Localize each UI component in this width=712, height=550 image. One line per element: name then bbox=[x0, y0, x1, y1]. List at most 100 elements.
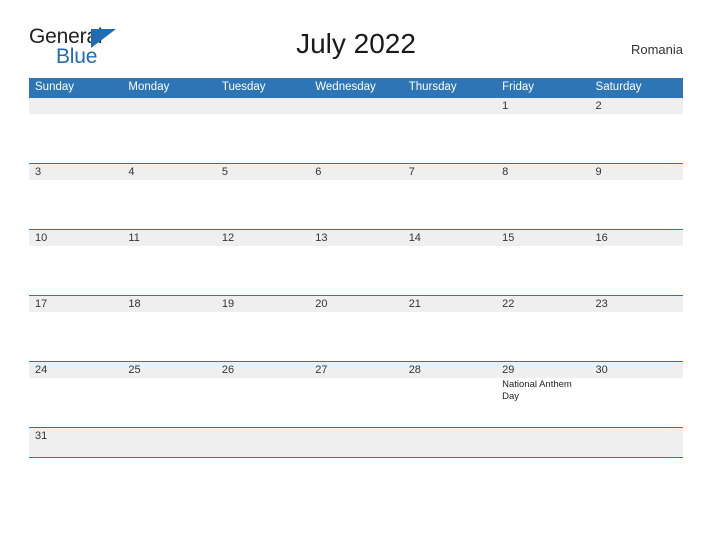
calendar-week-row: 31 bbox=[29, 427, 683, 457]
day-number: 13 bbox=[315, 232, 328, 244]
day-cell-empty bbox=[589, 428, 683, 457]
day-cell-6[interactable]: 6 bbox=[309, 164, 403, 229]
day-number bbox=[216, 428, 309, 444]
calendar-page: General Blue July 2022 Romania Sunday Mon… bbox=[0, 0, 712, 550]
day-number: 14 bbox=[408, 232, 421, 244]
day-number: 4 bbox=[128, 166, 135, 178]
day-cell-empty bbox=[215, 98, 310, 163]
day-number: 10 bbox=[35, 232, 48, 244]
day-number: 11 bbox=[128, 232, 140, 244]
day-cell-empty bbox=[309, 428, 403, 457]
day-cell-15[interactable]: 15 bbox=[496, 230, 590, 295]
calendar-week-row: 24 25 26 27 28 29 National Anthem Day 30 bbox=[29, 361, 683, 427]
day-cell-empty bbox=[402, 98, 497, 163]
day-cell-empty bbox=[496, 428, 590, 457]
day-cell-28[interactable]: 28 bbox=[402, 362, 497, 427]
day-cell-29[interactable]: 29 National Anthem Day bbox=[496, 362, 590, 427]
day-number: 15 bbox=[502, 232, 515, 244]
weekday-header-thursday: Thursday bbox=[408, 81, 457, 93]
day-cell-9[interactable]: 9 bbox=[589, 164, 683, 229]
day-number bbox=[496, 428, 589, 444]
day-number: 16 bbox=[595, 232, 608, 244]
weekday-header-tuesday: Tuesday bbox=[221, 81, 266, 93]
day-cell-10[interactable]: 10 bbox=[29, 230, 123, 295]
day-number: 5 bbox=[221, 166, 228, 178]
day-cell-22[interactable]: 22 bbox=[496, 296, 590, 361]
page-header: General Blue July 2022 Romania bbox=[29, 26, 683, 72]
weekday-header-saturday: Saturday bbox=[595, 81, 642, 93]
day-number bbox=[122, 98, 215, 114]
day-cell-30[interactable]: 30 bbox=[589, 362, 683, 427]
day-cell-empty bbox=[215, 428, 310, 457]
day-cell-26[interactable]: 26 bbox=[215, 362, 310, 427]
day-events: National Anthem Day bbox=[496, 378, 589, 402]
weekday-header-wednesday: Wednesday bbox=[315, 81, 376, 93]
day-number: 29 bbox=[502, 364, 515, 376]
day-cell-1[interactable]: 1 bbox=[496, 98, 590, 163]
day-number: 1 bbox=[502, 100, 509, 112]
day-number: 28 bbox=[408, 364, 421, 376]
day-cell-5[interactable]: 5 bbox=[215, 164, 310, 229]
day-number bbox=[309, 428, 402, 444]
day-number: 8 bbox=[502, 166, 509, 178]
day-cell-14[interactable]: 14 bbox=[402, 230, 497, 295]
day-number bbox=[29, 98, 122, 114]
day-number bbox=[216, 98, 309, 114]
calendar-weeks: 1 2 3 4 5 6 7 8 9 10 11 12 13 14 15 16 17 18 19 20 21 22 23 24 2… bbox=[29, 97, 683, 457]
day-number: 26 bbox=[221, 364, 235, 376]
day-number bbox=[403, 98, 496, 114]
holiday-event: National Anthem Day bbox=[502, 379, 572, 402]
day-cell-18[interactable]: 18 bbox=[122, 296, 216, 361]
weekday-header-row: Sunday Monday Tuesday Wednesday Thursday Frid… bbox=[29, 78, 683, 97]
day-number: 9 bbox=[595, 166, 602, 178]
day-number: 27 bbox=[315, 364, 328, 376]
day-cell-24[interactable]: 24 bbox=[29, 362, 123, 427]
day-cell-20[interactable]: 20 bbox=[309, 296, 403, 361]
day-cell-11[interactable]: 11 bbox=[122, 230, 216, 295]
day-cell-21[interactable]: 21 bbox=[402, 296, 497, 361]
day-cell-19[interactable]: 19 bbox=[215, 296, 310, 361]
day-number: 24 bbox=[35, 364, 48, 376]
day-number bbox=[122, 428, 215, 444]
day-number: 19 bbox=[221, 298, 235, 310]
weekday-header-sunday: Sunday bbox=[35, 81, 75, 93]
day-cell-7[interactable]: 7 bbox=[402, 164, 497, 229]
day-number: 12 bbox=[221, 232, 235, 244]
calendar-week-row: 12 bbox=[29, 97, 683, 163]
weekday-header-monday: Monday bbox=[128, 81, 170, 93]
day-cell-empty bbox=[122, 428, 216, 457]
country-label: Romania bbox=[630, 42, 683, 57]
day-cell-empty bbox=[402, 428, 497, 457]
day-number bbox=[590, 428, 683, 444]
day-number: 2 bbox=[595, 100, 602, 112]
day-cell-empty bbox=[122, 98, 216, 163]
day-cell-23[interactable]: 23 bbox=[589, 296, 683, 361]
day-cell-12[interactable]: 12 bbox=[215, 230, 310, 295]
day-number: 25 bbox=[128, 364, 141, 376]
day-number: 6 bbox=[315, 166, 322, 178]
day-cell-31[interactable]: 31 bbox=[29, 428, 123, 457]
day-cell-8[interactable]: 8 bbox=[496, 164, 590, 229]
calendar-bottom-rule bbox=[29, 457, 683, 458]
day-cell-25[interactable]: 25 bbox=[122, 362, 216, 427]
day-cell-16[interactable]: 16 bbox=[589, 230, 683, 295]
weekday-header-friday: Friday bbox=[502, 81, 535, 93]
day-cell-empty bbox=[309, 98, 403, 163]
calendar-week-row: 17 18 19 20 21 22 23 bbox=[29, 295, 683, 361]
day-number: 7 bbox=[408, 166, 415, 178]
day-cell-27[interactable]: 27 bbox=[309, 362, 403, 427]
day-number: 30 bbox=[595, 364, 608, 376]
day-number: 3 bbox=[35, 166, 42, 178]
day-number bbox=[403, 428, 496, 444]
page-title: July 2022 bbox=[296, 28, 416, 59]
day-number: 17 bbox=[35, 298, 48, 310]
day-cell-13[interactable]: 13 bbox=[309, 230, 403, 295]
day-cell-17[interactable]: 17 bbox=[29, 296, 123, 361]
day-cell-3[interactable]: 3 bbox=[29, 164, 123, 229]
day-number: 21 bbox=[408, 298, 421, 310]
calendar-week-row: 10 11 12 13 14 15 16 bbox=[29, 229, 683, 295]
day-cell-4[interactable]: 4 bbox=[122, 164, 216, 229]
day-number: 22 bbox=[502, 298, 515, 310]
day-number: 20 bbox=[315, 298, 328, 310]
day-cell-2[interactable]: 2 bbox=[589, 98, 683, 163]
